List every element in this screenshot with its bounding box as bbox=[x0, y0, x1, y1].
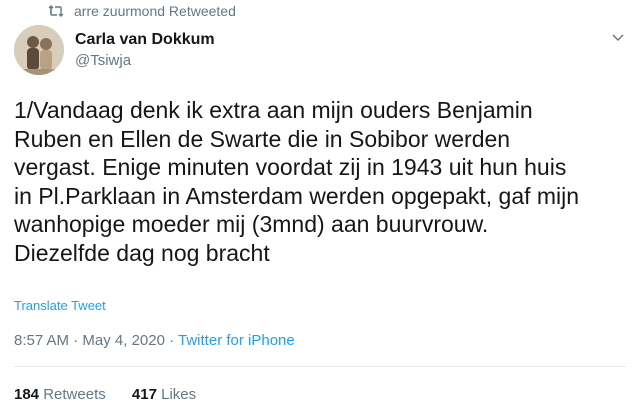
retweet-context-text: arre zuurmond Retweeted bbox=[74, 3, 236, 19]
tweet-meta: 8:57 AM · May 4, 2020 · Twitter for iPho… bbox=[14, 332, 295, 349]
meta-separator: · bbox=[69, 332, 83, 349]
tweet-header: Carla van Dokkum @Tsiwja bbox=[14, 25, 626, 83]
retweet-context[interactable]: arre zuurmond Retweeted bbox=[48, 3, 236, 19]
tweet-time[interactable]: 8:57 AM bbox=[14, 332, 69, 349]
likes-label: Likes bbox=[161, 386, 197, 403]
retweets-count: 184 bbox=[14, 386, 40, 403]
tweet-stats: 184 Retweets 417 Likes bbox=[14, 386, 218, 403]
meta-separator: · bbox=[164, 332, 179, 349]
retweet-icon bbox=[48, 4, 64, 18]
retweets-label: Retweets bbox=[43, 386, 106, 403]
divider bbox=[14, 366, 626, 367]
chevron-down-icon[interactable] bbox=[610, 29, 626, 45]
avatar[interactable] bbox=[14, 25, 64, 75]
translate-tweet-link[interactable]: Translate Tweet bbox=[14, 298, 106, 313]
retweets-stat[interactable]: 184 Retweets bbox=[14, 386, 106, 403]
author-handle[interactable]: @Tsiwja bbox=[75, 52, 131, 69]
likes-count: 417 bbox=[131, 386, 157, 403]
tweet-source-link[interactable]: Twitter for iPhone bbox=[178, 332, 295, 349]
author-name[interactable]: Carla van Dokkum bbox=[75, 31, 215, 49]
tweet-date[interactable]: May 4, 2020 bbox=[82, 332, 165, 349]
tweet-text: 1/Vandaag denk ik extra aan mijn ouders … bbox=[14, 97, 580, 266]
likes-stat[interactable]: 417 Likes bbox=[132, 386, 196, 403]
